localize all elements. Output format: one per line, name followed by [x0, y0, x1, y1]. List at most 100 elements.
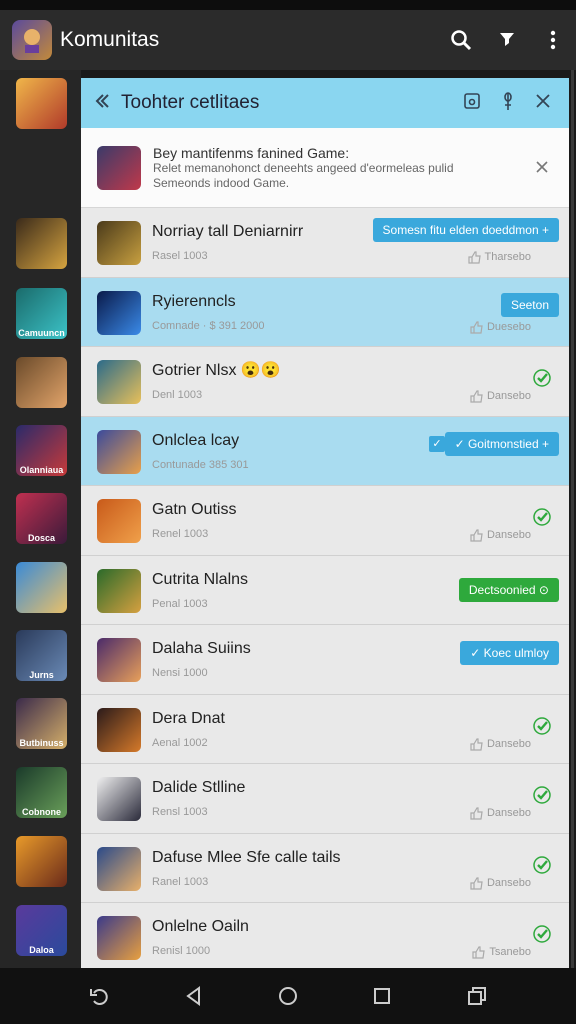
game-tag-label: Dansebo — [486, 807, 531, 819]
game-tag-label: Dansebo — [486, 529, 531, 541]
game-row[interactable]: Gotrier Nlsx 😮😮 Denl 1003 Dansebo — [81, 347, 569, 417]
search-icon[interactable] — [450, 29, 472, 51]
game-thumbnail — [97, 707, 141, 752]
back-icon[interactable] — [93, 92, 115, 115]
game-thumbnail — [97, 846, 141, 891]
game-row[interactable]: Dera Dnat Aenal 1002 Dansebo — [81, 694, 569, 764]
app-title: Komunitas — [60, 28, 160, 51]
game-row[interactable]: Cutrita Nlalns Penal 1003 Dectsoonied ⊙ — [81, 555, 569, 625]
rail-game-icon[interactable] — [16, 357, 67, 408]
game-thumbnail — [97, 916, 141, 960]
rail-game-icon[interactable]: Camuuncn — [16, 288, 67, 339]
back-nav-icon[interactable] — [183, 985, 205, 1007]
game-meta: Rasel 1003 — [152, 250, 208, 262]
game-tag-label: Dansebo — [486, 737, 531, 750]
rail-game-icon[interactable]: Cobnone — [16, 767, 67, 818]
check-icon[interactable] — [533, 369, 551, 392]
game-row[interactable]: Dalide Stlline Rensl 1003 Dansebo — [81, 764, 569, 834]
close-icon[interactable] — [535, 93, 551, 114]
action-chip[interactable]: ✓ Koec ulmloy — [460, 641, 559, 665]
game-name: Gotrier Nlsx 😮😮 — [152, 362, 281, 379]
game-list: Norriay tall Deniarnirr Rasel 1003 Tharseb… — [81, 208, 569, 968]
check-icon[interactable] — [533, 716, 551, 740]
check-icon[interactable] — [533, 508, 551, 531]
home-icon[interactable] — [277, 985, 299, 1007]
game-thumbnail — [97, 360, 141, 404]
game-meta: Ranel 1003 — [152, 875, 209, 888]
game-row[interactable]: Norriay tall Deniarnirr Rasel 1003 Tharseb… — [81, 208, 569, 278]
check-icon[interactable] — [533, 855, 551, 879]
save-icon[interactable] — [463, 92, 481, 115]
game-meta: Contunade 385 301 — [152, 458, 249, 471]
recents-icon[interactable] — [371, 985, 393, 1007]
game-tag-label: Tsanebo — [489, 946, 531, 958]
game-row[interactable]: Onlclea lcay Contunade 385 301 ✓ Goitmonst… — [81, 416, 569, 486]
game-row[interactable]: Onlelne Oailn Renisl 1000 Tsanebo — [81, 903, 569, 968]
game-tag[interactable]: Dansebo — [469, 806, 531, 820]
rail-game-icon[interactable]: Dosca — [16, 493, 67, 544]
game-meta: Penal 1003 — [152, 597, 208, 610]
game-tag[interactable]: Tsanebo — [471, 945, 531, 959]
rail-game-label: Olanniaua — [19, 465, 64, 475]
game-thumbnail — [97, 429, 141, 474]
panel-header: Toohter cetlitaes — [81, 78, 569, 128]
thumb-icon — [470, 320, 483, 334]
rail-game-icon[interactable]: Daloa — [16, 905, 67, 956]
game-tag[interactable]: Dansebo — [469, 737, 531, 751]
notice-card[interactable]: Bey mantifenms fanined Game: Relet meman… — [81, 128, 569, 208]
action-chip[interactable]: Dectsoonied ⊙ — [458, 577, 559, 602]
more-vert-icon[interactable] — [542, 29, 564, 51]
rail-game-icon[interactable]: Jurns — [16, 630, 67, 681]
game-row[interactable]: Ryierenncls Comnade · $ 391 2000 Duesebo Se… — [81, 277, 569, 347]
notice-line-1: Relet memanohonct deneehts angeed d'eorm… — [153, 160, 454, 175]
game-meta: Aenal 1002 — [152, 736, 208, 749]
game-meta: Rensl 1003 — [152, 806, 208, 818]
game-tag-label: Dansebo — [486, 390, 531, 402]
game-row[interactable]: Dalaha Suiins Nensi 1000 ✓ Koec ulmloy — [81, 625, 569, 695]
game-row[interactable]: Gatn Outiss Renel 1003 Dansebo — [81, 486, 569, 556]
game-tag[interactable]: Dansebo — [469, 389, 531, 403]
system-nav-bar — [0, 968, 576, 1024]
check-icon[interactable] — [533, 925, 551, 948]
check-icon[interactable] — [533, 786, 551, 809]
game-tag[interactable]: Tharsebo — [467, 250, 531, 264]
action-chip[interactable]: ✓ Goitmonstied + — [444, 431, 559, 456]
rail-game-icon[interactable] — [16, 218, 67, 269]
game-meta: Comnade · $ 391 2000 — [152, 319, 265, 332]
action-chip[interactable]: Somesn fitu elden doeddmon + — [372, 218, 559, 242]
game-tag[interactable]: Dansebo — [469, 528, 531, 542]
rail-game-label: Jurns — [29, 670, 54, 680]
app-logo[interactable] — [12, 20, 52, 60]
game-row[interactable]: Dafuse Mlee Sfe calle tails Ranel 1003 Dan… — [81, 833, 569, 903]
scrollbar[interactable] — [571, 70, 574, 968]
game-name: Gatn Outiss — [152, 501, 237, 518]
pin-icon[interactable] — [499, 91, 517, 116]
game-name: Dafuse Mlee Sfe calle tails — [152, 848, 341, 866]
game-tag[interactable]: Duesebo — [469, 320, 531, 334]
rail-game-icon[interactable] — [16, 562, 67, 613]
game-name: Onlclea lcay — [152, 431, 240, 449]
rail-game-icon[interactable] — [16, 836, 67, 887]
undo-icon[interactable] — [88, 985, 110, 1007]
rail-game-icon[interactable]: Olanniaua — [16, 425, 67, 476]
rail-game-icon[interactable]: Butbinuss — [16, 698, 67, 749]
rail-game-icon[interactable] — [16, 78, 67, 129]
action-chip[interactable]: Seeton — [500, 292, 559, 317]
game-thumbnail — [97, 638, 141, 682]
select-checkbox[interactable]: ✓ — [429, 435, 445, 452]
status-bar — [0, 0, 576, 10]
game-thumbnail — [97, 499, 141, 543]
thumb-icon — [467, 251, 481, 264]
overview-icon[interactable] — [466, 985, 488, 1007]
thumb-icon — [470, 876, 483, 890]
notice-thumbnail — [97, 145, 141, 190]
dismiss-icon[interactable] — [535, 160, 549, 179]
rail-game-label: Dosca — [27, 533, 55, 543]
game-name: Norriay tall Deniarnirr — [152, 223, 304, 240]
game-thumbnail — [97, 777, 141, 821]
game-name: Dalide Stlline — [152, 779, 246, 796]
game-thumbnail — [97, 221, 141, 265]
game-meta: Renel 1003 — [152, 528, 209, 540]
filter-icon[interactable] — [496, 29, 518, 51]
game-tag[interactable]: Dansebo — [469, 876, 531, 890]
